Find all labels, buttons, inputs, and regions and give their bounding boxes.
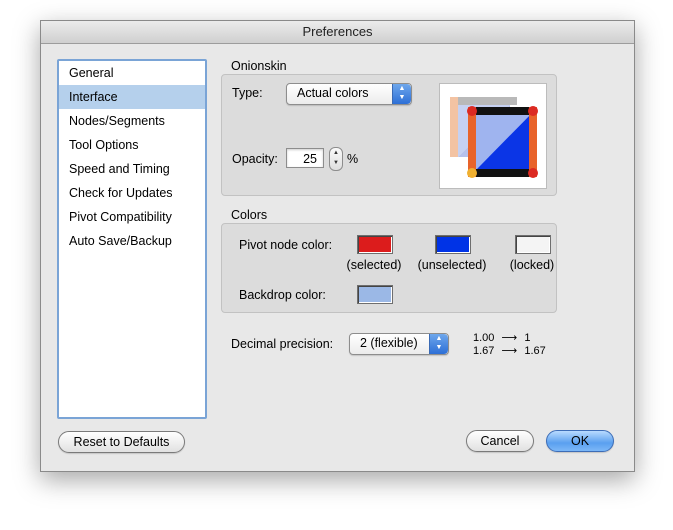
unselected-caption: (unselected) — [417, 258, 487, 272]
sidebar-item-speed-timing[interactable]: Speed and Timing — [59, 157, 205, 181]
sidebar-item-nodes-segments[interactable]: Nodes/Segments — [59, 109, 205, 133]
unselected-color-swatch[interactable] — [435, 235, 471, 254]
arrow-right-icon: ⟶ — [501, 332, 518, 344]
sidebar-item-auto-save[interactable]: Auto Save/Backup — [59, 229, 205, 253]
precision-examples: 1.00 ⟶ 1 1.67 ⟶ 1.67 — [473, 332, 546, 358]
arrow-right-icon: ⟶ — [501, 345, 518, 357]
preferences-window: Preferences General Interface Nodes/Segm… — [40, 20, 635, 472]
example-to: 1.67 — [524, 345, 546, 357]
precision-label: Decimal precision: — [231, 337, 334, 351]
example-from: 1.00 — [473, 332, 495, 344]
ok-button[interactable]: OK — [546, 430, 614, 452]
type-label: Type: — [232, 86, 263, 100]
window-title: Preferences — [302, 24, 373, 39]
opacity-stepper[interactable]: ▲ ▼ — [329, 147, 343, 171]
sidebar-item-general[interactable]: General — [59, 61, 205, 85]
onionskin-preview-icon — [439, 83, 547, 189]
sidebar-item-interface[interactable]: Interface — [59, 85, 205, 109]
opacity-unit: % — [347, 152, 359, 166]
reset-defaults-button[interactable]: Reset to Defaults — [58, 431, 185, 453]
backdrop-label: Backdrop color: — [239, 288, 326, 302]
onionskin-group-label: Onionskin — [231, 59, 287, 73]
selected-color-swatch[interactable] — [357, 235, 393, 254]
sidebar-item-pivot-compatibility[interactable]: Pivot Compatibility — [59, 205, 205, 229]
backdrop-color-swatch[interactable] — [357, 285, 393, 304]
precision-example-row: 1.67 ⟶ 1.67 — [473, 345, 546, 358]
precision-popup[interactable]: 2 (flexible) ▲ ▼ — [349, 333, 449, 355]
locked-color-swatch[interactable] — [515, 235, 551, 254]
precision-example-row: 1.00 ⟶ 1 — [473, 332, 546, 345]
popup-arrows-icon: ▲ ▼ — [429, 334, 448, 354]
colors-group-label: Colors — [231, 208, 268, 222]
pivot-node-label: Pivot node color: — [239, 238, 333, 252]
opacity-label: Opacity: — [232, 152, 278, 166]
example-to: 1 — [524, 332, 531, 344]
cancel-button[interactable]: Cancel — [466, 430, 534, 452]
opacity-field[interactable]: 25 — [286, 148, 324, 168]
locked-caption: (locked) — [509, 258, 555, 272]
selected-caption: (selected) — [346, 258, 402, 272]
sidebar-item-check-updates[interactable]: Check for Updates — [59, 181, 205, 205]
type-popup-value: Actual colors — [297, 86, 369, 100]
example-from: 1.67 — [473, 345, 495, 357]
type-popup[interactable]: Actual colors ▲ ▼ — [286, 83, 412, 105]
popup-arrows-icon: ▲ ▼ — [392, 84, 411, 104]
category-list[interactable]: General Interface Nodes/Segments Tool Op… — [57, 59, 207, 419]
precision-popup-value: 2 (flexible) — [360, 336, 418, 350]
title-bar[interactable]: Preferences — [41, 21, 634, 44]
sidebar-item-tool-options[interactable]: Tool Options — [59, 133, 205, 157]
